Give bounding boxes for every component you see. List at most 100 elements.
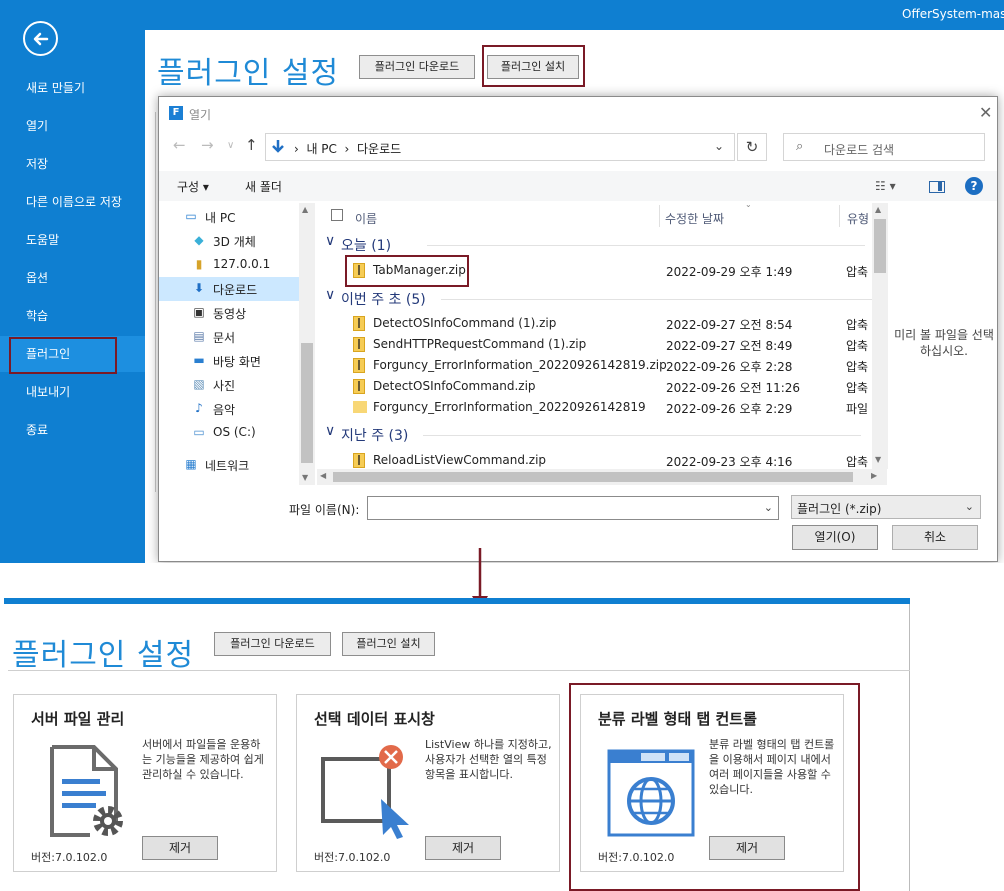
sidebar-item-open[interactable]: 열기: [0, 108, 145, 144]
tree-item-downloads[interactable]: ⬇ 다운로드: [159, 277, 299, 301]
back-arrow-icon[interactable]: ←: [173, 136, 186, 154]
install-highlight-box: [482, 45, 585, 87]
network-drive-icon: ▮: [195, 257, 203, 271]
tree-item-this-pc[interactable]: ▭ 내 PC: [159, 205, 299, 229]
scroll-left-icon[interactable]: ◀: [320, 471, 326, 480]
select-all-checkbox[interactable]: [331, 209, 343, 221]
scroll-down-icon[interactable]: ▼: [302, 473, 308, 482]
picture-icon: ▧: [193, 377, 205, 391]
plugin-title: 선택 데이터 표시창: [314, 710, 435, 728]
breadcrumb-downloads[interactable]: 다운로드: [357, 142, 401, 156]
scroll-up-icon[interactable]: ▲: [302, 205, 308, 214]
selection-cursor-icon: [321, 745, 409, 839]
file-row[interactable]: SendHTTPRequestCommand (1).zip 2022-09-2…: [349, 334, 869, 355]
help-icon[interactable]: ?: [965, 177, 983, 195]
desktop-icon: ▬: [193, 353, 205, 367]
arrow-left-icon: [33, 32, 49, 46]
tree-scrollbar[interactable]: ▲ ▼: [299, 203, 315, 485]
tree-item-documents[interactable]: ▤ 문서: [159, 325, 299, 349]
column-name[interactable]: 이름: [355, 210, 377, 227]
new-plugin-highlight-box: [569, 683, 860, 891]
group-divider: [427, 245, 865, 246]
organize-button[interactable]: 구성 ▾: [177, 178, 209, 195]
open-button[interactable]: 열기(O): [792, 525, 878, 550]
tree-item-desktop[interactable]: ▬ 바탕 화면: [159, 349, 299, 373]
file-list-scroll-thumb[interactable]: [874, 219, 886, 273]
forward-arrow-icon[interactable]: →: [201, 136, 214, 154]
plugin-install-button[interactable]: 플러그인 설치: [342, 632, 435, 656]
drive-icon: ▭: [193, 425, 205, 439]
search-input[interactable]: ⌕ 다운로드 검색: [783, 133, 985, 161]
plugin-card: 서버 파일 관리 서버에서 파일들을 운용하는 기능들을 제공하여 쉽게 관리하…: [13, 694, 277, 872]
file-row[interactable]: DetectOSInfoCommand.zip 2022-09-26 오전 11…: [349, 376, 869, 397]
preview-pane-icon[interactable]: [929, 181, 945, 193]
address-bar[interactable]: › 내 PC › 다운로드 ⌄: [265, 133, 735, 161]
sidebar-item-export[interactable]: 내보내기: [0, 374, 145, 410]
panel-edge: [909, 604, 910, 891]
scroll-up-icon[interactable]: ▲: [875, 205, 881, 214]
preview-pane-message: 미리 볼 파일을 선택하십시오.: [894, 328, 994, 358]
plugin-download-button[interactable]: 플러그인 다운로드: [359, 55, 475, 79]
chevron-down-icon[interactable]: ⌄: [714, 139, 724, 153]
sidebar-item-save[interactable]: 저장: [0, 146, 145, 182]
tree-item-3d-objects[interactable]: ◆ 3D 개체: [159, 229, 299, 253]
search-placeholder: 다운로드 검색: [824, 143, 895, 157]
search-icon: ⌕: [796, 139, 804, 154]
sidebar-item-options[interactable]: 옵션: [0, 260, 145, 296]
zip-file-icon: [353, 358, 365, 373]
close-icon[interactable]: ✕: [979, 103, 992, 122]
breadcrumb-sep-icon: ›: [294, 142, 307, 156]
file-list-hscrollbar[interactable]: ◀ ▶: [317, 469, 887, 485]
recent-chevron-icon[interactable]: ∨: [227, 140, 234, 151]
breadcrumb-this-pc[interactable]: 내 PC: [306, 142, 336, 156]
breadcrumb-sep-icon: ›: [336, 142, 357, 156]
tree-scroll-thumb[interactable]: [301, 343, 313, 463]
tree-item-network[interactable]: ▦ 네트워크: [159, 453, 299, 477]
sidebar-item-exit[interactable]: 종료: [0, 412, 145, 448]
scroll-right-icon[interactable]: ▶: [871, 471, 877, 480]
remove-button[interactable]: 제거: [142, 836, 218, 860]
refresh-icon[interactable]: ↻: [737, 133, 767, 161]
chevron-down-icon: ∨: [325, 423, 336, 439]
up-arrow-icon[interactable]: ↑: [245, 136, 258, 154]
column-type[interactable]: 유형: [847, 210, 869, 227]
tree-item-pictures[interactable]: ▧ 사진: [159, 373, 299, 397]
file-row[interactable]: DetectOSInfoCommand (1).zip 2022-09-27 오…: [349, 313, 869, 334]
filetype-select[interactable]: 플러그인 (*.zip) ⌄: [791, 495, 981, 519]
new-folder-button[interactable]: 새 폴더: [245, 178, 282, 195]
file-list-hscroll-thumb[interactable]: [333, 472, 853, 482]
back-button[interactable]: [23, 21, 58, 56]
column-date[interactable]: 수정한 날짜: [665, 210, 724, 227]
open-file-dialog: F 열기 ✕ ← → ∨ ↑ › 내 PC › 다운로드 ⌄ ↻ ⌕ 다운로드 …: [158, 96, 998, 562]
scroll-down-icon[interactable]: ▼: [875, 455, 881, 464]
breadcrumb: › 내 PC › 다운로드: [294, 140, 401, 157]
file-row[interactable]: Forguncy_ErrorInformation_20220926142819…: [349, 355, 869, 376]
chevron-down-icon[interactable]: ⌄: [764, 501, 773, 514]
filename-input[interactable]: ⌄: [367, 496, 779, 520]
sidebar-item-save-as[interactable]: 다른 이름으로 저장: [0, 184, 145, 220]
accent-bar: [4, 598, 910, 604]
cube-icon: ◆: [194, 233, 204, 247]
file-row[interactable]: ReloadListViewCommand.zip 2022-09-23 오후 …: [349, 450, 869, 471]
group-divider: [441, 299, 879, 300]
plugin-version: 버전:7.0.102.0: [31, 851, 108, 864]
sidebar-item-new[interactable]: 새로 만들기: [0, 70, 145, 106]
tree-item-network-drive[interactable]: ▮ 127.0.0.1: [159, 253, 299, 277]
tree-item-os-drive[interactable]: ▭ OS (C:): [159, 421, 299, 445]
sidebar-item-learn[interactable]: 학습: [0, 298, 145, 334]
sidebar-item-help[interactable]: 도움말: [0, 222, 145, 258]
column-separator: [839, 205, 840, 227]
tree-item-music[interactable]: ♪ 음악: [159, 397, 299, 421]
tree-item-videos[interactable]: ▣ 동영상: [159, 301, 299, 325]
file-list-header: 이름 수정한 날짜 유형: [319, 201, 869, 231]
download-folder-icon: [272, 140, 284, 153]
zip-file-icon: [353, 316, 365, 331]
plugin-download-button[interactable]: 플러그인 다운로드: [214, 632, 331, 656]
file-list-scrollbar[interactable]: ▲ ▼: [872, 203, 888, 469]
page-title: 플러그인 설정: [12, 638, 195, 673]
cancel-button[interactable]: 취소: [892, 525, 978, 550]
group-divider: [423, 435, 861, 436]
remove-button[interactable]: 제거: [425, 836, 501, 860]
view-options-icon[interactable]: ☷ ▾: [875, 179, 896, 193]
file-row[interactable]: Forguncy_ErrorInformation_20220926142819…: [349, 397, 869, 418]
